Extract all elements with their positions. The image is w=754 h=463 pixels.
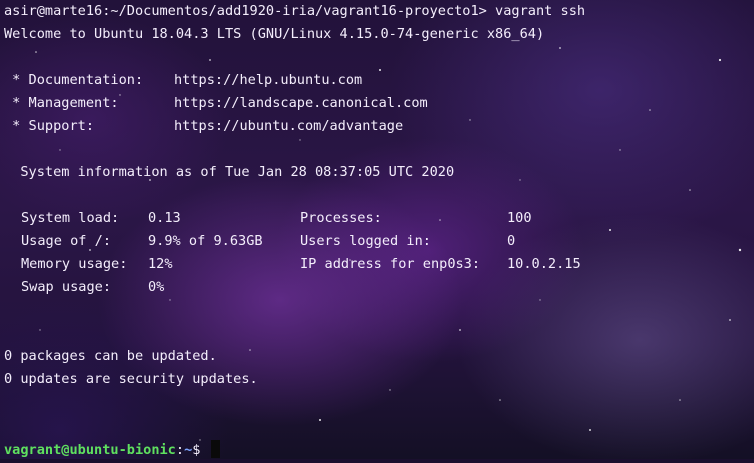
- stats-row-2: Usage of /: 9.9% of 9.63GB Users logged …: [4, 233, 754, 256]
- processes-label: Processes:: [300, 210, 382, 226]
- packages-line: 0 packages can be updated.: [4, 348, 217, 364]
- ip-label: IP address for enp0s3:: [300, 256, 481, 272]
- system-load-label: System load:: [21, 210, 120, 226]
- doc-label: * Documentation:: [4, 72, 144, 88]
- memory-value: 12%: [148, 256, 173, 272]
- processes-value: 100: [507, 210, 532, 226]
- support-label: * Support:: [4, 118, 95, 134]
- terminal-output[interactable]: asir@marte16:~/Documentos/add1920-iria/v…: [0, 0, 754, 459]
- support-url: https://ubuntu.com/advantage: [174, 118, 404, 134]
- command-line: asir@marte16:~/Documentos/add1920-iria/v…: [4, 3, 586, 19]
- doc-url: https://help.ubuntu.com: [174, 72, 363, 88]
- prompt-user-host: vagrant@ubuntu-bionic: [4, 442, 176, 458]
- ip-value: 10.0.2.15: [507, 256, 581, 272]
- management-label: * Management:: [4, 95, 119, 111]
- usage-value: 9.9% of 9.63GB: [148, 233, 263, 249]
- management-link-line: * Management: https://landscape.canonica…: [4, 95, 754, 118]
- usage-label: Usage of /:: [21, 233, 112, 249]
- security-line: 0 updates are security updates.: [4, 371, 258, 387]
- prompt-symbol: $: [192, 442, 209, 458]
- management-url: https://landscape.canonical.com: [174, 95, 428, 111]
- welcome-line: Welcome to Ubuntu 18.04.3 LTS (GNU/Linux…: [4, 26, 545, 42]
- stats-row-1: System load: 0.13 Processes: 100: [4, 210, 754, 233]
- support-link-line: * Support: https://ubuntu.com/advantage: [4, 118, 754, 141]
- prompt-colon: :: [175, 442, 185, 458]
- stats-row-3: Memory usage: 12% IP address for enp0s3:…: [4, 256, 754, 279]
- system-load-value: 0.13: [148, 210, 181, 226]
- swap-value: 0%: [148, 279, 165, 295]
- swap-label: Swap usage:: [21, 279, 112, 295]
- shell-prompt[interactable]: vagrant@ubuntu-bionic:~$: [4, 440, 754, 463]
- stats-row-4: Swap usage: 0%: [4, 279, 754, 302]
- users-label: Users logged in:: [300, 233, 431, 249]
- users-value: 0: [507, 233, 516, 249]
- sysinfo-header: System information as of Tue Jan 28 08:3…: [4, 164, 455, 180]
- memory-label: Memory usage:: [21, 256, 128, 272]
- text-cursor: [210, 440, 220, 458]
- doc-link-line: * Documentation: https://help.ubuntu.com: [4, 72, 754, 95]
